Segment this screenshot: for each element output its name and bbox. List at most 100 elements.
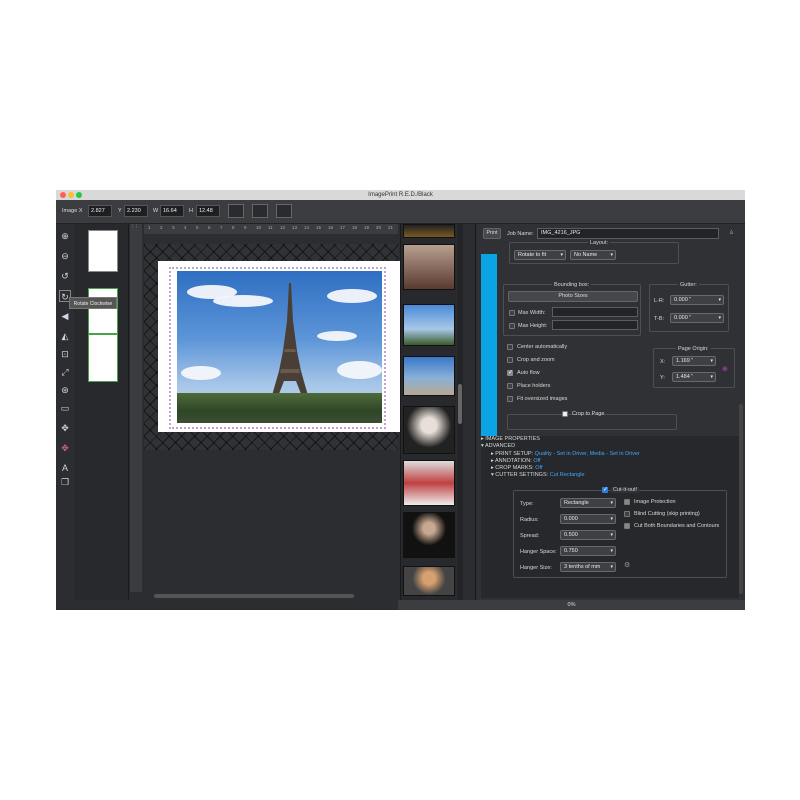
- minimize-window-icon[interactable]: [68, 192, 74, 198]
- fit-oversized-checkbox[interactable]: [507, 396, 513, 402]
- image-thumb-2[interactable]: [403, 244, 455, 290]
- photo-sizes-button[interactable]: Photo Sizes: [508, 291, 638, 302]
- horizontal-scrollbar[interactable]: [130, 592, 400, 600]
- eiffel-tower-photo[interactable]: [177, 271, 382, 423]
- page-thumb-3[interactable]: [88, 334, 118, 382]
- crop-to-page-checkbox[interactable]: [562, 411, 568, 417]
- type-select[interactable]: Rectangle: [560, 498, 616, 508]
- ruler-tick-label: 9: [244, 225, 247, 230]
- image-protection-label: Image Protection: [634, 499, 676, 505]
- hanger-space-stepper[interactable]: 0.750: [560, 546, 616, 556]
- person-icon[interactable]: ♙: [729, 230, 734, 236]
- text-icon[interactable]: A: [59, 462, 71, 474]
- layout-icon[interactable]: [276, 204, 292, 218]
- image-x-field[interactable]: 2.827: [88, 205, 112, 217]
- hanger-size-select[interactable]: 3 tenths of mm: [560, 562, 616, 572]
- app-window: ImagePrint R.E.D./Black Image X 2.827 Y …: [56, 190, 745, 610]
- place-holders-label: Place holders: [517, 383, 551, 389]
- layers-icon[interactable]: ❐: [59, 476, 71, 488]
- image-browser-scrollbar[interactable]: [457, 224, 463, 600]
- toolbar: Image X 2.827 Y 2.230 W 16.64 H 12.48: [56, 200, 745, 224]
- image-protection-checkbox[interactable]: [624, 499, 630, 505]
- image-thumb-6[interactable]: [403, 460, 455, 506]
- image-thumb-5[interactable]: [403, 406, 455, 454]
- cutter-settings-row[interactable]: ▾ CUTTER SETTINGS: Cut Rectangle: [491, 472, 743, 478]
- tb-stepper[interactable]: 0.000 ": [670, 313, 724, 323]
- settings-scrollbar[interactable]: [739, 404, 743, 594]
- maximize-window-icon[interactable]: [76, 192, 82, 198]
- flip-vertical-icon[interactable]: ◭: [59, 330, 71, 342]
- title-bar: ImagePrint R.E.D./Black: [56, 190, 745, 200]
- target-icon[interactable]: ✥: [59, 442, 71, 454]
- blind-cutting-checkbox[interactable]: [624, 511, 630, 517]
- close-window-icon[interactable]: [60, 192, 66, 198]
- crop-marks-row[interactable]: ▸ CROP MARKS: Off: [491, 465, 743, 471]
- rotate-select[interactable]: Rotate to fit: [514, 250, 566, 260]
- place-holders-checkbox[interactable]: [507, 383, 513, 389]
- center-automatically-checkbox[interactable]: [507, 344, 513, 350]
- auto-flow-checkbox[interactable]: [507, 369, 513, 376]
- origin-anchor-icon[interactable]: ⊕: [722, 365, 728, 373]
- image-thumb-4[interactable]: [403, 356, 455, 396]
- zoom-in-icon[interactable]: ⊕: [59, 230, 71, 242]
- origin-x-label: X:: [660, 359, 666, 365]
- max-width-field[interactable]: [552, 307, 638, 317]
- bounding-box-label: Bounding box:: [552, 282, 592, 288]
- crop-zoom-checkbox[interactable]: [507, 357, 513, 363]
- name-select[interactable]: No Name: [570, 250, 616, 260]
- move-icon[interactable]: ✥: [59, 422, 71, 434]
- ruler-tick-label: 6: [208, 225, 211, 230]
- image-thumb-7[interactable]: [403, 512, 455, 558]
- lr-label: L-R:: [654, 298, 665, 304]
- ruler-tick-label: 14: [304, 225, 310, 230]
- center-icon[interactable]: ⊛: [59, 384, 71, 396]
- ruler-corner: ⋮⋮: [130, 224, 142, 236]
- ruler-tick-label: 20: [376, 225, 382, 230]
- ruler-tick-label: 5: [196, 225, 199, 230]
- image-h-field[interactable]: 12.48: [196, 205, 220, 217]
- ruler-tick-label: 4: [184, 225, 187, 230]
- zoom-out-icon[interactable]: ⊖: [59, 250, 71, 262]
- max-width-checkbox[interactable]: [509, 310, 515, 316]
- origin-x-stepper[interactable]: 1.169 ": [672, 356, 716, 366]
- layout-canvas[interactable]: ⋮⋮ 1 2 3 4 5 6 7 8 9 10 11 12 13 14 15 16 17 18 19 20 21: [130, 224, 400, 600]
- image-y-field[interactable]: 2.230: [124, 205, 148, 217]
- job-name-field[interactable]: IMG_4216_JPG: [537, 228, 719, 239]
- spread-stepper[interactable]: 0.500: [560, 530, 616, 540]
- ruler-tick-label: 7: [220, 225, 223, 230]
- print-setup-row[interactable]: ▸ PRINT SETUP: Quality - Set in Driver, …: [491, 451, 743, 457]
- advanced-row[interactable]: ▾ ADVANCED: [481, 443, 733, 449]
- ruler-tick-label: 16: [328, 225, 334, 230]
- max-height-checkbox[interactable]: [509, 323, 515, 329]
- origin-y-stepper[interactable]: 1.484 ": [672, 372, 716, 382]
- layout-group: Layout: Rotate to fit No Name: [509, 240, 679, 264]
- page-thumb-1[interactable]: [88, 230, 118, 272]
- rotate-ccw-icon[interactable]: ↺: [59, 270, 71, 282]
- image-thumb-1[interactable]: [403, 224, 455, 238]
- annotation-row[interactable]: ▸ ANNOTATION: Off: [491, 458, 743, 464]
- image-thumb-3[interactable]: [403, 304, 455, 346]
- gutter-group: Gutter: L-R: 0.000 " T-B: 0.000 ": [649, 282, 729, 332]
- image-thumb-8[interactable]: [403, 566, 455, 596]
- rotate-clockwise-tooltip: Rotate Clockwise: [69, 297, 117, 309]
- image-properties-row[interactable]: ▸ IMAGE PROPERTIES: [481, 436, 733, 442]
- ruler-tick-label: 19: [364, 225, 370, 230]
- radius-stepper[interactable]: 0.000: [560, 514, 616, 524]
- page-thumb-2[interactable]: [88, 288, 118, 334]
- fit-icon[interactable]: ⊡: [59, 348, 71, 360]
- flip-horizontal-icon[interactable]: ◀: [59, 310, 71, 322]
- settings-gear-icon[interactable]: ⚙: [624, 561, 630, 569]
- cut-it-out-checkbox[interactable]: [602, 486, 608, 493]
- lr-stepper[interactable]: 0.000 ": [670, 295, 724, 305]
- print-board[interactable]: [144, 244, 400, 450]
- expand-icon[interactable]: ⤢: [59, 366, 71, 378]
- vertical-ruler: [130, 236, 142, 592]
- print-button[interactable]: Print: [483, 228, 501, 239]
- max-height-field[interactable]: [552, 320, 638, 330]
- image-w-field[interactable]: 16.64: [160, 205, 184, 217]
- cut-both-checkbox[interactable]: [624, 523, 630, 529]
- crop-icon[interactable]: ▭: [59, 402, 71, 414]
- ruler-tick-label: 15: [316, 225, 322, 230]
- distribute-icon[interactable]: [252, 204, 268, 218]
- align-icon[interactable]: [228, 204, 244, 218]
